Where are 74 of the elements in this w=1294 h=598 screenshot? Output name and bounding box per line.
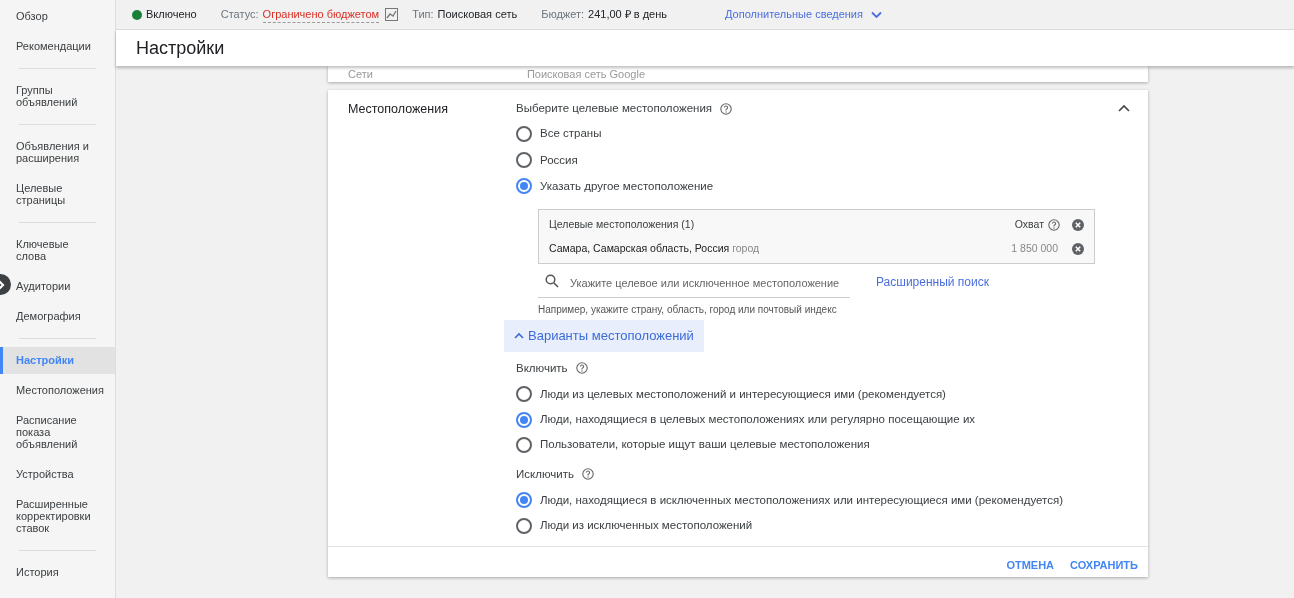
advanced-search-link[interactable]: Расширенный поиск	[876, 273, 989, 291]
budget-value: 241,00 ₽ в день	[588, 7, 668, 23]
sidebar-item[interactable]: Устройства	[12, 461, 115, 488]
panel-heading: Целевые местоположения (1)	[549, 217, 696, 232]
help-icon[interactable]	[1048, 218, 1060, 231]
radio-option[interactable]: Люди, находящиеся в исключенных местоположениях или интересующиеся ими (рекомендуется)	[516, 491, 1128, 509]
sidebar-item[interactable]: Расширенные корректировки ставок	[12, 491, 115, 542]
search-icon	[545, 273, 559, 288]
radio-option[interactable]: Люди из целевых местоположений и интересующиеся ими (рекомендуется)	[516, 385, 1128, 403]
status-value[interactable]: Ограничено бюджетом	[262, 5, 380, 24]
radio-button[interactable]	[516, 411, 532, 428]
details-link[interactable]: Дополнительные сведения	[725, 6, 882, 23]
sidebar-item[interactable]: История	[12, 559, 115, 586]
sidebar-item[interactable]: Рекомендации	[12, 33, 115, 60]
sidebar-item[interactable]: Ключевые слова	[12, 231, 115, 270]
footer-button[interactable]: СОХРАНИТЬ	[1070, 557, 1138, 574]
option-label: Люди из исключенных местоположений	[540, 518, 753, 533]
radio-button[interactable]	[516, 125, 532, 142]
chart-icon[interactable]	[385, 8, 399, 21]
radio-button[interactable]	[516, 517, 532, 534]
radio-option[interactable]: Люди, находящиеся в целевых местоположениях или регулярно посещающие их	[516, 411, 1128, 429]
radio-button[interactable]	[516, 492, 532, 509]
footer-button[interactable]: ОТМЕНА	[1006, 557, 1055, 574]
sidebar-item[interactable]: Группы объявлений	[12, 77, 115, 116]
radio-button[interactable]	[516, 178, 532, 195]
field-label: Включить	[516, 360, 568, 376]
option-label: Люди, находящиеся в исключенных местоположениях или интересующиеся ими (рекомендуется)	[540, 492, 1063, 508]
reach-value: 1 850 000	[1011, 240, 1058, 256]
section-label: Сети	[348, 66, 373, 82]
radio-button[interactable]	[516, 386, 532, 403]
sidebar-item[interactable]: Аудитории	[12, 273, 115, 300]
sidebar-item[interactable]: Демография	[12, 303, 115, 330]
radio-option[interactable]: Указать другое местоположение	[516, 177, 1128, 195]
option-label: Пользователи, которые ищут ваши целевые местоположения	[540, 437, 870, 453]
search-field[interactable]: Укажите целевое или исключенное местоположение	[538, 272, 850, 298]
field-hint: Например, укажите страну, область, город или почтовый индекс	[538, 303, 838, 317]
option-label: Россия	[540, 152, 578, 168]
option-label: Все страны	[540, 126, 602, 142]
chevron-up-icon[interactable]	[1118, 104, 1130, 112]
field-label: Выберите целевые местоположения	[516, 101, 713, 116]
radio-button[interactable]	[516, 436, 532, 453]
radio-option[interactable]: Пользователи, которые ищут ваши целевые местоположения	[516, 436, 1128, 454]
field-label: Исключить	[516, 466, 574, 482]
page-title: Настройки	[136, 36, 225, 60]
option-label: Указать другое местоположение	[540, 178, 714, 194]
sidebar-item[interactable]: Расписание показа объявлений	[12, 407, 115, 458]
budget-label: Бюджет:	[541, 7, 585, 23]
option-label: Люди, находящиеся в целевых местоположениях или регулярно посещающие их	[540, 412, 976, 427]
sidebar-item[interactable]: Обзор	[12, 3, 115, 30]
radio-option[interactable]: Россия	[516, 151, 1128, 169]
remove-icon[interactable]	[1072, 218, 1084, 231]
help-icon[interactable]	[575, 362, 588, 375]
remove-icon[interactable]	[1072, 242, 1084, 255]
chevron-up-icon	[514, 332, 524, 340]
location-name: Самара, Самарская область, Россия	[549, 241, 731, 254]
sidebar-item[interactable]: Объявления и расширения	[12, 133, 115, 172]
sidebar-item[interactable]: Целевые страницы	[12, 175, 115, 214]
type-value: Поисковая сеть	[437, 7, 518, 23]
option-label: Люди из целевых местоположений и интересующиеся ими (рекомендуется)	[540, 386, 946, 402]
section-label: Местоположения	[348, 102, 448, 116]
help-icon[interactable]	[720, 102, 733, 115]
help-icon[interactable]	[581, 468, 594, 481]
options-toggle[interactable]: Варианты местоположений	[504, 320, 704, 352]
status-label: Статус:	[220, 7, 259, 23]
section-value: Поисковая сеть Google	[526, 66, 645, 82]
reach-label: Охват	[1014, 217, 1044, 232]
status-text: Включено	[146, 7, 197, 23]
location-type: город	[732, 241, 760, 254]
radio-button[interactable]	[516, 152, 532, 169]
radio-option[interactable]: Все страны	[516, 125, 1128, 143]
radio-option[interactable]: Люди из исключенных местоположений	[516, 517, 1128, 535]
chevron-down-icon	[871, 10, 882, 19]
type-label: Тип:	[412, 7, 434, 23]
sidebar-item[interactable]: Местоположения	[12, 377, 115, 404]
